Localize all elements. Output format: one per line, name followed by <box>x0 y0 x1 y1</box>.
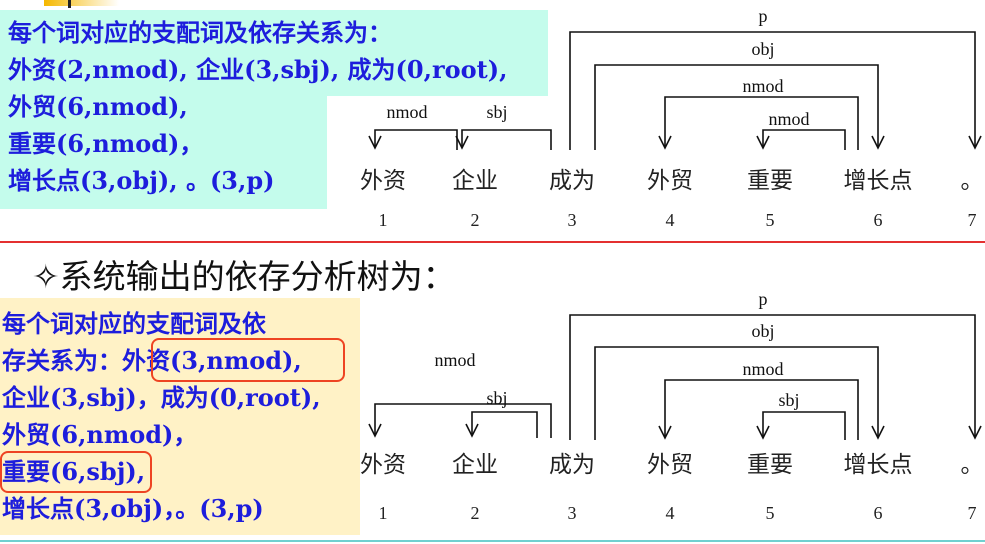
word-token: 增长点 <box>844 168 913 193</box>
word-token: 。 <box>961 452 984 477</box>
word-token: 成为 <box>549 168 595 193</box>
arc-label: sbj <box>486 388 507 408</box>
dependency-arc <box>461 129 552 150</box>
dependency-arc <box>374 129 458 150</box>
word-token: 重要 <box>747 168 793 193</box>
arc-label: obj <box>751 321 774 341</box>
dependency-arc <box>471 411 538 438</box>
word-token: 外贸 <box>647 168 693 193</box>
word-token: 成为 <box>549 452 595 477</box>
word-index: 6 <box>874 210 883 230</box>
arc-label: nmod <box>386 102 427 122</box>
word-index: 7 <box>968 503 977 523</box>
word-index: 2 <box>471 503 480 523</box>
word-index: 5 <box>766 503 775 523</box>
word-token: 增长点 <box>844 452 913 477</box>
word-token: 企业 <box>452 168 498 193</box>
arc-label: p <box>759 289 768 309</box>
word-index: 6 <box>874 503 883 523</box>
word-token: 企业 <box>452 452 498 477</box>
word-index: 5 <box>766 210 775 230</box>
word-index: 4 <box>666 210 675 230</box>
word-index: 2 <box>471 210 480 230</box>
dependency-trees: 外资 企业 成为 外贸 重要 增长点 。1 2 3 4 5 6 7pobjnmodnmodnmod sbj… <box>360 6 984 523</box>
dependency-arc <box>664 96 859 150</box>
dependency-arc <box>762 129 846 150</box>
dependency-arc <box>374 403 552 438</box>
word-index: 3 <box>568 503 577 523</box>
arc-label: nmod <box>768 109 809 129</box>
dependency-arc <box>594 346 879 440</box>
word-index: 3 <box>568 210 577 230</box>
word-index: 1 <box>379 503 388 523</box>
word-index: 1 <box>379 210 388 230</box>
arc-label: p <box>759 6 768 26</box>
arc-label: nmod <box>742 359 783 379</box>
word-token: 外资 <box>360 452 406 477</box>
arc-label: sbj <box>778 390 799 410</box>
arc-label: nmod <box>434 350 475 370</box>
word-token: 。 <box>961 168 984 193</box>
dependency-arc <box>594 64 879 150</box>
word-index: 4 <box>666 503 675 523</box>
arc-label: obj <box>751 39 774 59</box>
arc-label: sbj <box>486 102 507 122</box>
word-token: 重要 <box>747 452 793 477</box>
word-index: 7 <box>968 210 977 230</box>
word-token: 外贸 <box>647 452 693 477</box>
word-token: 外资 <box>360 168 406 193</box>
arc-label: nmod <box>742 76 783 96</box>
dependency-arc <box>664 379 859 440</box>
dependency-arc <box>762 411 846 440</box>
